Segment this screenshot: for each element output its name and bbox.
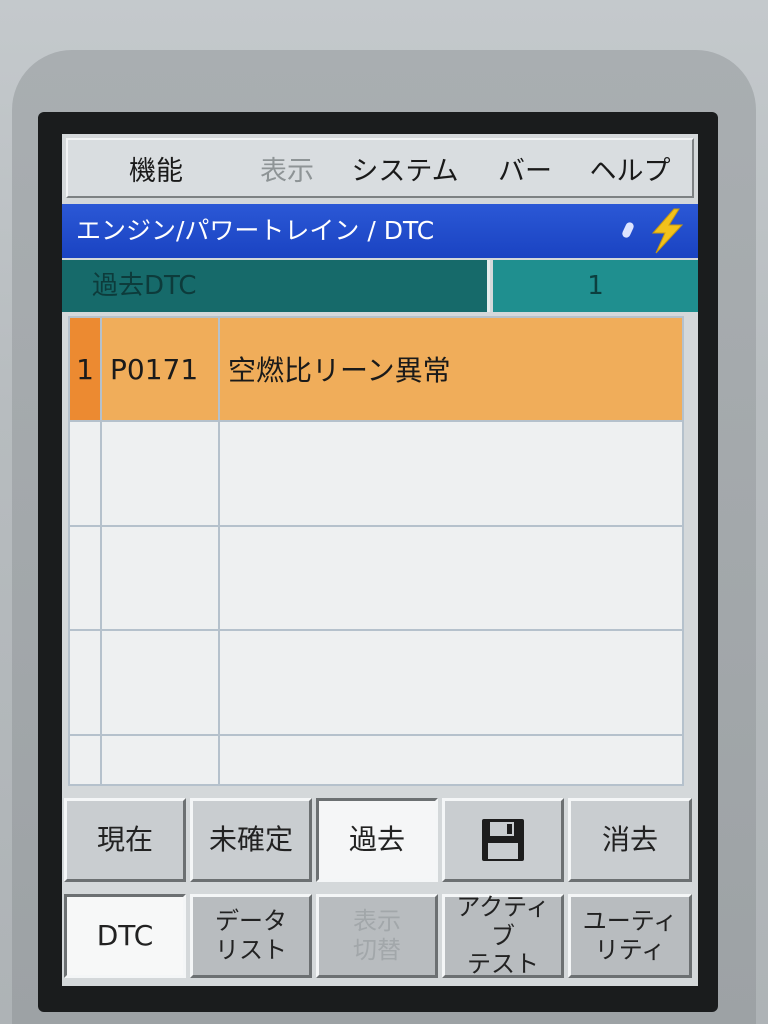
tab-dtc[interactable]: DTC xyxy=(64,894,186,978)
tab-active-test-line1: アクティブ xyxy=(456,892,550,950)
breadcrumb: エンジン/パワートレイン / DTC xyxy=(76,216,435,245)
row-number xyxy=(68,629,102,736)
dtc-code xyxy=(100,420,220,527)
menu-system[interactable]: システム xyxy=(330,149,480,188)
tab-data-list[interactable]: データ リスト xyxy=(190,894,312,978)
menu-function[interactable]: 機能 xyxy=(68,149,244,188)
tab-utility-line2: リティ xyxy=(594,936,666,964)
device-body: 機能 表示 システム バー ヘルプ エンジン/パワートレイン / DTC 過去D… xyxy=(0,0,768,1024)
dtc-code xyxy=(100,524,220,632)
save-button[interactable] xyxy=(442,798,564,882)
dtc-description xyxy=(218,629,684,736)
dtc-description xyxy=(218,524,684,632)
status-label: 過去DTC xyxy=(62,260,490,312)
tab-utility[interactable]: ユーティ リティ xyxy=(568,894,692,978)
row-number xyxy=(68,420,102,527)
tab-active-test-line2: テスト xyxy=(467,950,539,979)
tab-data-list-line1: データ xyxy=(215,907,287,936)
clear-button[interactable]: 消去 xyxy=(568,798,692,882)
menu-help[interactable]: ヘルプ xyxy=(570,149,690,188)
tab-display-switch-line1: 表示 xyxy=(353,907,401,936)
tab-display-switch[interactable]: 表示 切替 xyxy=(316,894,438,978)
menu-view[interactable]: 表示 xyxy=(244,149,330,188)
status-row: 過去DTC 1 xyxy=(62,260,698,312)
menu-bar-item[interactable]: バー xyxy=(480,149,570,188)
screen: 機能 表示 システム バー ヘルプ エンジン/パワートレイン / DTC 過去D… xyxy=(62,134,698,986)
table-row[interactable] xyxy=(68,629,684,736)
tab-active-test[interactable]: アクティブ テスト xyxy=(442,892,564,979)
dtc-description: 空燃比リーン異常 xyxy=(218,315,684,423)
dtc-description xyxy=(218,733,684,787)
dtc-code: P0171 xyxy=(100,315,220,423)
pending-dtc-button[interactable]: 未確定 xyxy=(190,798,312,882)
dtc-code xyxy=(100,629,220,736)
dtc-code xyxy=(100,733,220,787)
row-number xyxy=(68,524,102,632)
history-dtc-button[interactable]: 過去 xyxy=(316,798,438,882)
dtc-table: 1 P0171 空燃比リーン異常 xyxy=(68,315,684,787)
row-number xyxy=(68,733,102,787)
table-row[interactable]: 1 P0171 空燃比リーン異常 xyxy=(68,315,684,423)
menu-bar: 機能 表示 システム バー ヘルプ xyxy=(66,138,694,198)
tab-row: DTC データ リスト 表示 切替 アクティブ テスト ユーティ リティ xyxy=(64,892,696,979)
table-row[interactable] xyxy=(68,733,684,787)
lightning-bolt-icon xyxy=(651,208,684,254)
tab-utility-line1: ユーティ xyxy=(582,907,678,936)
dtc-count: 1 xyxy=(493,260,698,312)
tab-display-switch-line2: 切替 xyxy=(353,936,401,964)
pen-mark xyxy=(620,221,636,239)
floppy-disk-icon xyxy=(482,819,524,861)
current-dtc-button[interactable]: 現在 xyxy=(64,798,186,882)
table-row[interactable] xyxy=(68,420,684,527)
filter-button-row: 現在 未確定 過去 消去 xyxy=(64,798,696,882)
dtc-description xyxy=(218,420,684,527)
tab-data-list-line2: リスト xyxy=(215,936,287,964)
title-bar: エンジン/パワートレイン / DTC xyxy=(62,204,698,258)
row-number: 1 xyxy=(68,315,102,423)
table-row[interactable] xyxy=(68,524,684,632)
